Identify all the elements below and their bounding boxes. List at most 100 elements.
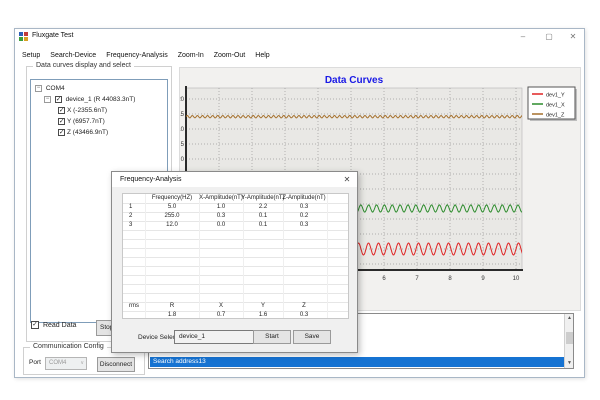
port-combobox[interactable]: COM4 ∨ — [45, 357, 87, 370]
table-gridline — [199, 194, 200, 319]
y-tick-label: 0 — [181, 157, 185, 163]
chart-title: Data Curves — [325, 75, 384, 86]
table-cell: Y-Amplitude(nT) — [241, 194, 284, 203]
y-tick-label: 20 — [180, 97, 185, 103]
read-data-checkbox[interactable]: ✓ — [31, 321, 39, 329]
scrollbar-thumb[interactable] — [566, 332, 573, 344]
read-data-label: Read Data — [43, 322, 76, 329]
table-gridline — [123, 248, 349, 249]
chevron-down-icon: ∨ — [80, 358, 84, 369]
table-cell: 12.0 — [166, 221, 178, 230]
tree-expander-icon[interactable]: − — [44, 96, 51, 103]
device-value: device_1 — [179, 333, 205, 340]
table-cell: 0.2 — [300, 212, 308, 221]
tree-node-com4[interactable]: − COM4 — [31, 80, 167, 94]
menu-bar: SetupSearch-DeviceFrequency-AnalysisZoom… — [17, 44, 577, 56]
table-cell: 0.0 — [217, 221, 225, 230]
close-icon[interactable]: ✕ — [565, 30, 581, 43]
table-gridline — [123, 257, 349, 258]
minimize-icon[interactable]: – — [515, 30, 531, 43]
port-label: Port — [29, 359, 41, 366]
y-tick-label: 5 — [181, 142, 185, 148]
table-cell: 3 — [129, 221, 132, 230]
scroll-up-icon[interactable]: ▲ — [565, 314, 574, 323]
log-item[interactable]: Search address13 — [150, 357, 565, 367]
tree-channel-z[interactable]: ✓Z (43466.9nT) — [31, 127, 167, 138]
dialog-close-icon[interactable]: ✕ — [341, 174, 353, 186]
device-combobox[interactable]: device_1 ∨ — [174, 330, 262, 344]
table-gridline — [123, 221, 349, 222]
table-cell: Z — [302, 302, 306, 311]
tree-expander-icon[interactable]: − — [35, 85, 42, 92]
x-tick-label: 9 — [481, 276, 485, 282]
legend-label: dev1_Z — [546, 113, 565, 119]
scrollbar[interactable]: ▲ ▼ — [564, 314, 573, 368]
table-gridline — [123, 284, 349, 285]
scroll-down-icon[interactable]: ▼ — [565, 359, 574, 368]
channel-checkbox[interactable]: ✓ — [58, 129, 65, 136]
save-button[interactable]: Save — [293, 330, 331, 344]
device-checkbox[interactable]: ✓ — [55, 96, 62, 103]
table-gridline — [123, 266, 349, 267]
table-gridline — [123, 275, 349, 276]
channel-label: X (-2355.6nT) — [67, 107, 107, 114]
table-cell: 0.3 — [300, 221, 308, 230]
channel-checkbox[interactable]: ✓ — [58, 118, 65, 125]
frequency-table: Frequency(HZ) X-Amplitude(nT)Y-Amplitude(… — [122, 193, 349, 319]
menu-item-zoom-out[interactable]: Zoom-Out — [209, 50, 251, 62]
table-gridline — [123, 293, 349, 294]
table-gridline — [145, 194, 146, 319]
table-cell: 0.1 — [259, 221, 267, 230]
x-tick-label: 6 — [382, 276, 386, 282]
table-cell: 5.0 — [168, 203, 176, 212]
tree-node-device[interactable]: − ✓ device_1 (R 44083.3nT) — [31, 94, 167, 105]
table-gridline — [123, 239, 349, 240]
table-cell: X — [219, 302, 223, 311]
x-tick-label: 10 — [513, 276, 520, 282]
titlebar: Fluxgate Test – ▢ ✕ — [15, 29, 584, 45]
tree-root-label: COM4 — [46, 85, 65, 92]
table-cell: 1.6 — [259, 311, 267, 319]
dialog-titlebar: Frequency-Analysis ✕ — [112, 172, 357, 187]
menu-item-help[interactable]: Help — [250, 50, 274, 62]
table-gridline — [243, 194, 244, 319]
table-cell: 0.3 — [300, 311, 308, 319]
table-cell: Y — [261, 302, 265, 311]
tree-channel-y[interactable]: ✓Y (6957.7nT) — [31, 116, 167, 127]
dialog-title: Frequency-Analysis — [120, 176, 181, 183]
table-cell: 1.0 — [217, 203, 225, 212]
table-gridline — [123, 212, 349, 213]
table-cell: 1 — [129, 203, 132, 212]
menu-item-setup[interactable]: Setup — [17, 50, 45, 62]
table-cell: Z-Amplitude(nT) — [282, 194, 325, 203]
channel-checkbox[interactable]: ✓ — [58, 107, 65, 114]
tree-device-label: device_1 (R 44083.3nT) — [66, 96, 136, 103]
table-cell: Frequency(HZ) — [152, 194, 192, 203]
channel-label: Y (6957.7nT) — [67, 118, 105, 125]
x-tick-label: 7 — [415, 276, 419, 282]
disconnect-button[interactable]: Disconnect — [97, 357, 135, 372]
maximize-icon[interactable]: ▢ — [541, 30, 557, 43]
table-cell: rms — [129, 302, 139, 311]
y-tick-label: 15 — [180, 112, 185, 118]
legend-label: dev1_Y — [546, 93, 565, 99]
window-title: Fluxgate Test — [32, 32, 74, 39]
table-gridline — [283, 194, 284, 319]
port-value: COM4 — [49, 360, 66, 366]
start-button[interactable]: Start — [253, 330, 291, 344]
tree-channel-x[interactable]: ✓X (-2355.6nT) — [31, 105, 167, 116]
groupbox-label: Communication Config — [30, 343, 107, 350]
y-tick-label: 10 — [180, 127, 185, 133]
app-logo-icon — [19, 32, 28, 41]
table-cell: 0.3 — [217, 212, 225, 221]
menu-item-zoom-in[interactable]: Zoom-In — [173, 50, 209, 62]
table-gridline — [123, 311, 349, 312]
menu-item-search-device[interactable]: Search-Device — [45, 50, 101, 62]
table-cell: 0.1 — [259, 212, 267, 221]
groupbox-label: Data curves display and select — [33, 62, 134, 69]
table-cell: X-Amplitude(nT) — [199, 194, 243, 203]
x-tick-label: 8 — [448, 276, 452, 282]
table-cell: 0.7 — [217, 311, 225, 319]
frequency-analysis-dialog: Frequency-Analysis ✕ Frequency(HZ) X-Ampl… — [111, 171, 358, 353]
menu-item-frequency-analysis[interactable]: Frequency-Analysis — [101, 50, 172, 62]
